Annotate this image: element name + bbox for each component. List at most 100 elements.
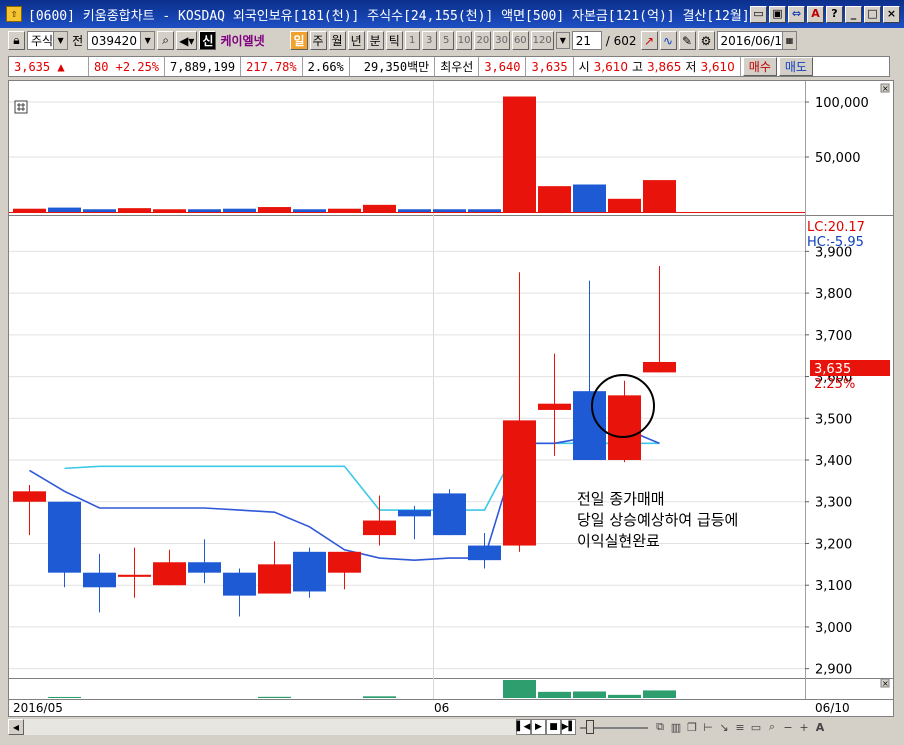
maximize-button[interactable]: □ bbox=[864, 5, 881, 23]
interval-1-button[interactable]: 1 bbox=[404, 31, 420, 50]
period-month-button[interactable]: 월 bbox=[328, 31, 346, 50]
candle-body bbox=[398, 510, 431, 517]
close-button[interactable]: × bbox=[883, 5, 900, 23]
scroll-left-button[interactable]: ◀ bbox=[8, 719, 24, 735]
zoom-in-icon[interactable]: + bbox=[796, 719, 812, 735]
strip-bar bbox=[573, 691, 606, 698]
price-axis-label: 3,000 bbox=[815, 621, 852, 636]
date-label-start: 2016/05 bbox=[13, 701, 63, 715]
strip-panel-close-glyph: × bbox=[882, 679, 889, 688]
candle-body bbox=[363, 520, 396, 536]
high-label: 고 bbox=[631, 60, 644, 74]
period-minute-button[interactable]: 분 bbox=[366, 31, 384, 50]
interval-5-button[interactable]: 5 bbox=[438, 31, 454, 50]
volume-bar bbox=[398, 209, 431, 212]
interval-60-button[interactable]: 60 bbox=[511, 31, 529, 50]
credit-badge: 신 bbox=[199, 31, 217, 50]
strip-bar bbox=[363, 696, 396, 698]
buy-button[interactable]: 매수 bbox=[742, 57, 777, 76]
crosshair-icon[interactable]: ⊢ bbox=[700, 719, 716, 735]
best-bid: 3,635 bbox=[526, 57, 574, 76]
interval-10-button[interactable]: 10 bbox=[455, 31, 473, 50]
zoom-in-area-icon[interactable]: ⌕ bbox=[764, 719, 780, 735]
candle-body bbox=[328, 551, 361, 573]
market-select[interactable]: 주식 ▼ bbox=[27, 31, 69, 50]
link-icon[interactable]: ▭ bbox=[750, 5, 767, 23]
volume-bar bbox=[643, 180, 676, 212]
candle-body bbox=[468, 545, 501, 561]
volume-bar bbox=[83, 209, 116, 212]
price-axis-label: 3,800 bbox=[815, 287, 852, 302]
lower-band-line bbox=[29, 427, 660, 561]
chart-area[interactable]: 2,900 3,000 3,100 3,200 3,300 3,400 3,500 3,600… bbox=[8, 80, 894, 717]
ohl-cell: 시 3,610 고 3,865 저 3,610 bbox=[574, 57, 741, 76]
zoom-out-icon[interactable]: − bbox=[780, 719, 796, 735]
period-year-button[interactable]: 년 bbox=[347, 31, 365, 50]
pct-tag: 2.25% bbox=[814, 377, 855, 392]
volume-grid-toggle-icon[interactable] bbox=[14, 100, 28, 114]
open-price: 3,610 bbox=[593, 59, 628, 74]
period-day-button[interactable]: 일 bbox=[290, 31, 308, 50]
play-button[interactable]: ▶▌ bbox=[561, 719, 576, 735]
candlestick-chart[interactable]: 2,9003,0003,1003,2003,3003,4003,5003,600… bbox=[9, 81, 893, 716]
strip-bar bbox=[538, 691, 571, 698]
alert-icon[interactable]: A bbox=[807, 5, 824, 23]
candle-body bbox=[573, 391, 606, 461]
volume-bar bbox=[153, 209, 186, 212]
stop-button[interactable]: ■ bbox=[546, 719, 561, 735]
text-tool-icon[interactable]: A bbox=[812, 719, 828, 735]
interval-30-button[interactable]: 30 bbox=[493, 31, 510, 50]
strip-bar bbox=[608, 694, 641, 698]
candle-body bbox=[258, 564, 291, 594]
window-titlebar: ⇧ [0600] 키움종합차트 - KOSDAQ 외국인보유[181(천)] 주… bbox=[0, 0, 904, 28]
volume-bar bbox=[118, 208, 151, 212]
code-input[interactable]: 039420 ▼ bbox=[87, 31, 156, 50]
volume-bar bbox=[258, 207, 291, 212]
layout-icon[interactable]: ⧉ bbox=[652, 719, 668, 735]
prev-button[interactable]: ▌◀ bbox=[516, 719, 531, 735]
hc-label: HC:-5.95 bbox=[807, 235, 864, 250]
volume-bar bbox=[503, 96, 536, 212]
horizontal-scrollbar[interactable] bbox=[24, 719, 516, 735]
box-icon[interactable]: ▭ bbox=[748, 719, 764, 735]
next-button[interactable]: ▶ bbox=[531, 719, 546, 735]
draw-icon[interactable]: ✎ bbox=[678, 31, 696, 50]
interval-dropdown[interactable]: ▼ bbox=[555, 32, 570, 49]
volume-bar bbox=[293, 209, 326, 212]
interval-120-button[interactable]: 120 bbox=[530, 31, 554, 50]
volume-bar bbox=[433, 209, 466, 212]
zoom-slider-thumb[interactable] bbox=[586, 720, 594, 734]
speaker-icon[interactable]: ◀▾ bbox=[176, 31, 198, 50]
help-icon[interactable]: ? bbox=[826, 5, 843, 23]
sell-button[interactable]: 매도 bbox=[778, 57, 813, 76]
chevron-down-icon: ▼ bbox=[140, 32, 155, 49]
fib-icon[interactable]: ≡ bbox=[732, 719, 748, 735]
price-axis-label: 3,700 bbox=[815, 329, 852, 344]
settings-icon[interactable]: ⚙ bbox=[697, 31, 715, 50]
chart-type-icon[interactable]: ↗ bbox=[640, 31, 658, 50]
trend-icon[interactable]: ↘ bbox=[716, 719, 732, 735]
count-input[interactable]: 21 bbox=[571, 31, 602, 50]
candle-body bbox=[503, 420, 536, 546]
annotation-line-3: 이익실현완료 bbox=[577, 532, 660, 550]
chevron-down-icon: ▼ bbox=[53, 32, 68, 49]
minimize-button[interactable]: _ bbox=[845, 5, 862, 23]
split-icon[interactable]: ▥ bbox=[668, 719, 684, 735]
code-value: 039420 bbox=[91, 33, 137, 48]
chart-toolbar: 🔒︎ 주식 ▼ 전 039420 ▼ ⌕ ◀▾ 신 케이엘넷 일 주 월 년 분… bbox=[8, 29, 898, 52]
volume-bar bbox=[328, 208, 361, 212]
indicator-icon[interactable]: ∿ bbox=[659, 31, 677, 50]
lock-icon[interactable]: 🔒︎ bbox=[8, 31, 25, 50]
window-icon[interactable]: ▣ bbox=[769, 5, 786, 23]
search-icon[interactable]: ⌕ bbox=[157, 31, 175, 50]
period-week-button[interactable]: 주 bbox=[309, 31, 327, 50]
zoom-slider[interactable] bbox=[580, 719, 648, 735]
candle-body bbox=[293, 551, 326, 592]
interval-3-button[interactable]: 3 bbox=[421, 31, 437, 50]
period-tick-button[interactable]: 틱 bbox=[385, 31, 403, 50]
copy-icon[interactable]: ❐ bbox=[684, 719, 700, 735]
interval-20-button[interactable]: 20 bbox=[474, 31, 492, 50]
pin-icon[interactable]: ⇔ bbox=[788, 5, 805, 23]
date-input[interactable]: 2016/06/1 ▦ bbox=[716, 31, 798, 50]
open-label: 시 bbox=[578, 60, 590, 74]
